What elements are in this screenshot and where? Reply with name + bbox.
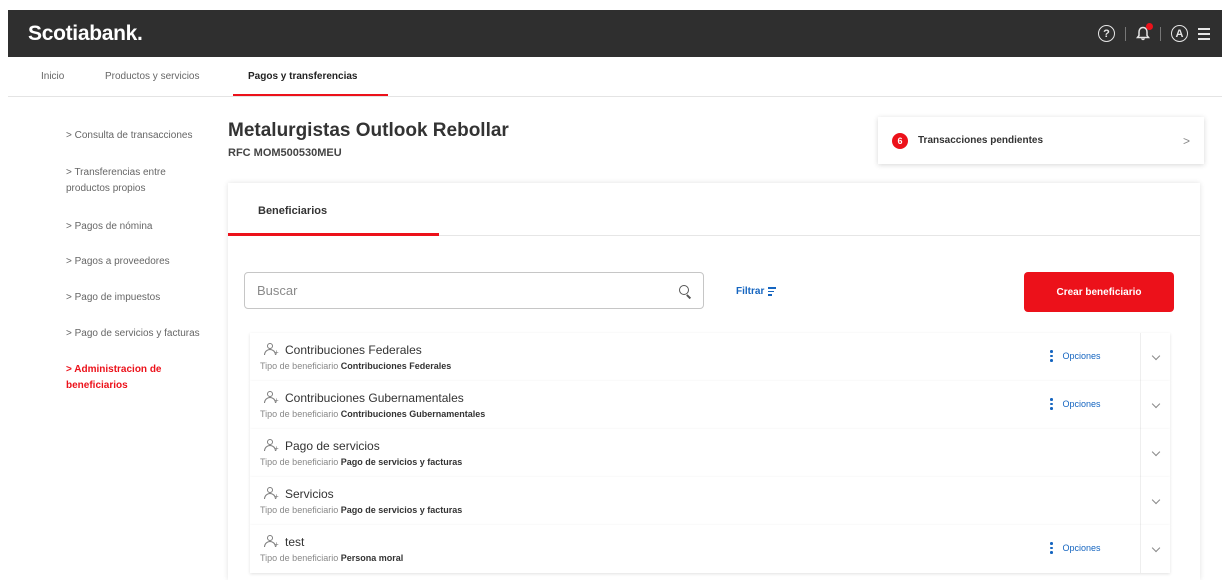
beneficiary-type: Tipo de beneficiario Contribuciones Gube… [260, 409, 486, 419]
create-beneficiary-button[interactable]: Crear beneficiario [1024, 272, 1174, 312]
user-icon: + [264, 535, 279, 549]
search-icon[interactable] [679, 284, 691, 297]
options-menu[interactable]: Opciones [1050, 350, 1101, 362]
profile-icon[interactable]: A [1171, 25, 1188, 42]
pending-label: Transacciones pendientes [918, 135, 1044, 146]
filter-icon [768, 287, 777, 296]
nav-active-indicator [233, 94, 388, 96]
options-menu[interactable]: Opciones [1050, 398, 1101, 410]
divider [1125, 26, 1126, 41]
chevron-down-icon [1151, 543, 1160, 552]
user-icon: + [264, 391, 279, 405]
client-rfc: RFC MOM500530MEU [228, 147, 342, 159]
kebab-icon [1050, 542, 1053, 554]
options-label: Opciones [1062, 398, 1101, 409]
beneficiary-name: Contribuciones Federales [285, 343, 422, 357]
chevron-down-icon [1151, 495, 1160, 504]
pending-count-badge: 6 [892, 132, 908, 149]
sidebar-item-beneficiarios[interactable]: > Administracion de beneficiarios [66, 362, 196, 394]
nav-item-productos[interactable]: Productos y servicios [105, 71, 199, 82]
list-item[interactable]: + Contribuciones Federales Tipo de benef… [250, 333, 1170, 381]
page-title: Metalurgistas Outlook Rebollar [228, 120, 509, 141]
search-input[interactable] [257, 283, 679, 298]
tab-active-indicator [228, 233, 439, 236]
filter-label: Filtrar [736, 286, 765, 297]
help-icon[interactable]: ? [1098, 25, 1115, 42]
sidebar-item-nomina[interactable]: > Pagos de nómina [66, 219, 221, 235]
notifications-bell-icon[interactable] [1136, 23, 1153, 41]
expand-button[interactable] [1140, 429, 1170, 477]
user-icon: + [264, 487, 279, 501]
options-label: Opciones [1062, 542, 1101, 553]
chevron-down-icon [1151, 447, 1160, 456]
beneficiary-list: + Contribuciones Federales Tipo de benef… [250, 333, 1170, 573]
list-item[interactable]: + Pago de servicios Tipo de beneficiario… [250, 429, 1170, 477]
options-label: Opciones [1062, 350, 1101, 361]
list-item[interactable]: + Contribuciones Gubernamentales Tipo de… [250, 381, 1170, 429]
pending-transactions-card[interactable]: 6 Transacciones pendientes > [878, 117, 1204, 164]
chevron-right-icon: > [1182, 133, 1190, 148]
user-icon: + [264, 343, 279, 357]
beneficiary-type: Tipo de beneficiario Pago de servicios y… [260, 505, 463, 515]
options-menu[interactable]: Opciones [1050, 542, 1101, 554]
beneficiary-name: test [285, 535, 305, 549]
beneficiary-type: Tipo de beneficiario Persona moral [260, 553, 404, 563]
notification-dot [1146, 23, 1153, 30]
chevron-down-icon [1151, 351, 1160, 360]
kebab-icon [1050, 350, 1053, 362]
sidebar-item-transferencias[interactable]: > Transferencias entre productos propios [66, 165, 206, 197]
search-box [244, 272, 704, 309]
tab-beneficiarios[interactable]: Beneficiarios [258, 205, 327, 217]
brand-logo[interactable]: Scotiabank. [28, 22, 143, 46]
beneficiary-type: Tipo de beneficiario Contribuciones Fede… [260, 361, 452, 371]
kebab-icon [1050, 398, 1053, 410]
sidebar-item-impuestos[interactable]: > Pago de impuestos [66, 290, 221, 306]
expand-button[interactable] [1140, 381, 1170, 429]
sidebar-item-proveedores[interactable]: > Pagos a proveedores [66, 254, 221, 270]
tab-bar: Beneficiarios [228, 183, 1200, 236]
list-item[interactable]: + test Tipo de beneficiario Persona mora… [250, 525, 1170, 573]
beneficiary-name: Contribuciones Gubernamentales [285, 391, 464, 405]
nav-item-inicio[interactable]: Inicio [41, 71, 64, 82]
beneficiary-name: Pago de servicios [285, 439, 380, 453]
app-frame: Scotiabank. ? A Inicio Productos y servi… [0, 0, 1230, 580]
divider [1160, 26, 1161, 41]
chevron-down-icon [1151, 399, 1160, 408]
beneficiaries-panel: Beneficiarios Filtrar Crear beneficiario… [228, 183, 1200, 580]
beneficiary-type: Tipo de beneficiario Pago de servicios y… [260, 457, 463, 467]
beneficiary-name: Servicios [285, 487, 334, 501]
menu-icon[interactable] [1198, 27, 1210, 40]
filter-button[interactable]: Filtrar [736, 286, 777, 297]
nav-item-pagos[interactable]: Pagos y transferencias [248, 71, 358, 82]
top-icons: ? A [1098, 23, 1210, 42]
expand-button[interactable] [1140, 525, 1170, 573]
sidebar-item-consulta[interactable]: > Consulta de transacciones [66, 128, 221, 144]
list-item[interactable]: + Servicios Tipo de beneficiario Pago de… [250, 477, 1170, 525]
user-icon: + [264, 439, 279, 453]
main-nav: Inicio Productos y servicios Pagos y tra… [8, 57, 1222, 97]
expand-button[interactable] [1140, 477, 1170, 525]
top-bar: Scotiabank. ? A [8, 10, 1222, 57]
sidebar-item-servicios[interactable]: > Pago de servicios y facturas [66, 326, 221, 342]
expand-button[interactable] [1140, 333, 1170, 381]
